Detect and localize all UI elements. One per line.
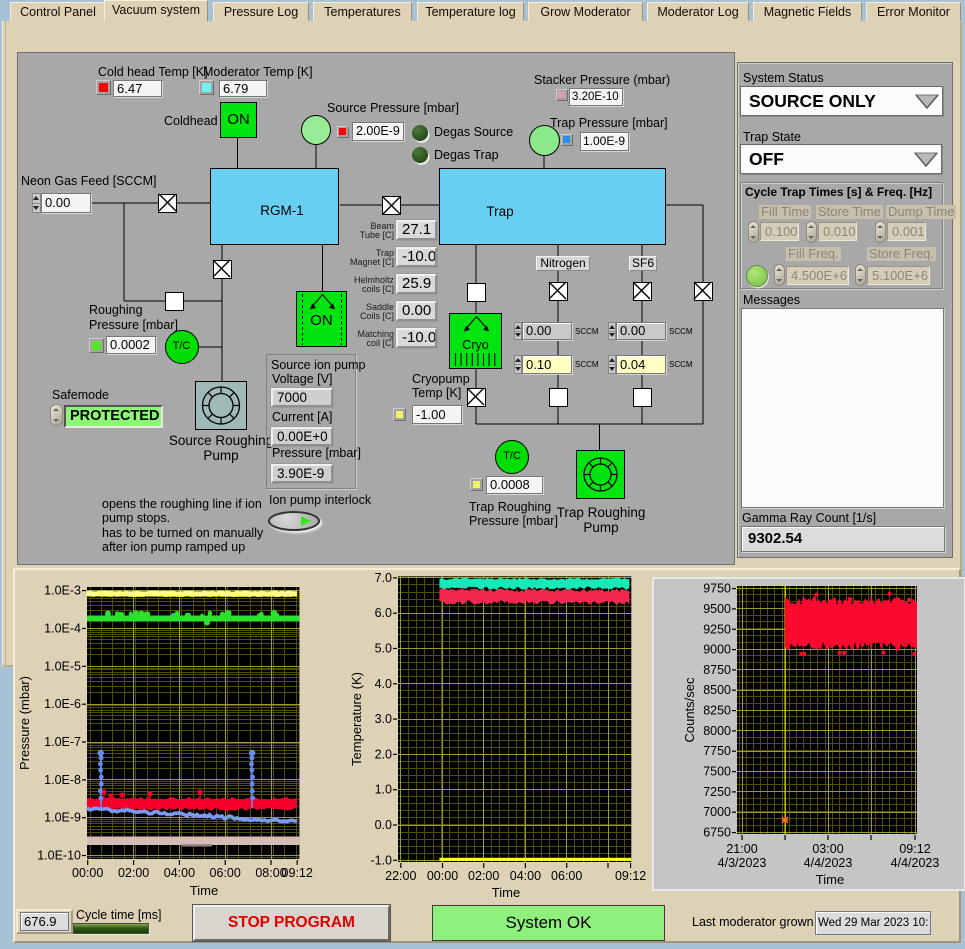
svg-text:4.0: 4.0 bbox=[375, 677, 392, 691]
svg-text:-1.0: -1.0 bbox=[370, 853, 392, 867]
svg-text:9000: 9000 bbox=[703, 643, 731, 657]
svg-text:1.0: 1.0 bbox=[375, 783, 392, 797]
svg-text:21:00: 21:00 bbox=[726, 842, 757, 856]
svg-text:1.0E-10: 1.0E-10 bbox=[37, 849, 81, 863]
svg-text:7000: 7000 bbox=[703, 805, 731, 819]
svg-text:Temperature (K): Temperature (K) bbox=[349, 672, 364, 766]
svg-text:3.0: 3.0 bbox=[375, 712, 392, 726]
svg-text:1.0E-7: 1.0E-7 bbox=[44, 735, 81, 749]
svg-text:4/3/2023: 4/3/2023 bbox=[718, 856, 767, 870]
svg-text:00:00: 00:00 bbox=[72, 866, 103, 880]
svg-text:09:12: 09:12 bbox=[282, 866, 313, 880]
svg-text:Pressure (mbar): Pressure (mbar) bbox=[17, 676, 32, 770]
svg-text:8500: 8500 bbox=[703, 683, 731, 697]
svg-text:7250: 7250 bbox=[703, 785, 731, 799]
svg-text:6750: 6750 bbox=[703, 826, 731, 840]
svg-text:5.0: 5.0 bbox=[375, 642, 392, 656]
svg-text:Counts/sec: Counts/sec bbox=[682, 677, 697, 743]
svg-text:1.0E-4: 1.0E-4 bbox=[44, 622, 81, 636]
svg-text:7750: 7750 bbox=[703, 744, 731, 758]
svg-text:9750: 9750 bbox=[703, 582, 731, 596]
svg-text:8250: 8250 bbox=[703, 704, 731, 718]
svg-text:1.0E-9: 1.0E-9 bbox=[44, 811, 81, 825]
svg-text:2.0: 2.0 bbox=[375, 747, 392, 761]
svg-text:00:00: 00:00 bbox=[427, 869, 458, 883]
svg-text:0.0: 0.0 bbox=[375, 818, 392, 832]
svg-text:Time: Time bbox=[190, 883, 218, 898]
svg-text:Time: Time bbox=[816, 872, 844, 887]
svg-text:8000: 8000 bbox=[703, 724, 731, 738]
svg-text:04:00: 04:00 bbox=[510, 869, 541, 883]
svg-text:8750: 8750 bbox=[703, 663, 731, 677]
svg-text:06:00: 06:00 bbox=[551, 869, 582, 883]
svg-text:06:00: 06:00 bbox=[210, 866, 241, 880]
svg-text:9250: 9250 bbox=[703, 622, 731, 636]
svg-text:1.0E-8: 1.0E-8 bbox=[44, 773, 81, 787]
svg-text:1.0E-5: 1.0E-5 bbox=[44, 659, 81, 673]
svg-text:02:00: 02:00 bbox=[118, 866, 149, 880]
svg-text:09:12: 09:12 bbox=[899, 842, 930, 856]
svg-text:02:00: 02:00 bbox=[468, 869, 499, 883]
svg-text:1.0E-3: 1.0E-3 bbox=[44, 584, 81, 598]
svg-text:Time: Time bbox=[492, 885, 520, 900]
svg-text:7.0: 7.0 bbox=[375, 571, 392, 585]
svg-text:04:00: 04:00 bbox=[164, 866, 195, 880]
svg-text:9500: 9500 bbox=[703, 602, 731, 616]
svg-text:22:00: 22:00 bbox=[385, 869, 416, 883]
svg-text:4/4/2023: 4/4/2023 bbox=[804, 856, 853, 870]
svg-text:4/4/2023: 4/4/2023 bbox=[891, 856, 940, 870]
svg-text:1.0E-6: 1.0E-6 bbox=[44, 697, 81, 711]
svg-text:09:12: 09:12 bbox=[615, 869, 646, 883]
svg-text:7500: 7500 bbox=[703, 765, 731, 779]
svg-text:03:00: 03:00 bbox=[812, 842, 843, 856]
svg-text:6.0: 6.0 bbox=[375, 606, 392, 620]
